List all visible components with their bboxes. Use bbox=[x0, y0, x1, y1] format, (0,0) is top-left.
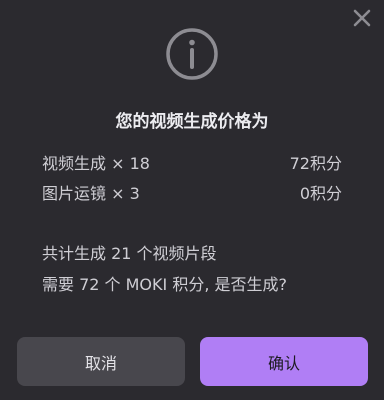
summary-confirm-question: 需要 72 个 MOKI 积分, 是否生成? bbox=[42, 275, 287, 294]
price-row-value: 72积分 bbox=[289, 154, 342, 173]
close-button[interactable] bbox=[352, 8, 372, 28]
info-icon bbox=[166, 28, 218, 80]
price-row-video: 视频生成 × 18 72积分 bbox=[42, 150, 342, 174]
price-row-label: 视频生成 × 18 bbox=[42, 154, 150, 173]
summary-total-clips: 共计生成 21 个视频片段 bbox=[42, 244, 217, 263]
price-confirm-dialog: 您的视频生成价格为 视频生成 × 18 72积分 图片运镜 × 3 0积分 共计… bbox=[0, 0, 384, 400]
close-icon bbox=[353, 9, 371, 27]
price-row-image-motion: 图片运镜 × 3 0积分 bbox=[42, 180, 342, 204]
dialog-title: 您的视频生成价格为 bbox=[115, 112, 269, 132]
confirm-button[interactable]: 确认 bbox=[200, 337, 368, 386]
price-row-value: 0积分 bbox=[299, 184, 342, 203]
price-row-label: 图片运镜 × 3 bbox=[42, 184, 140, 203]
cancel-button[interactable]: 取消 bbox=[17, 337, 185, 386]
